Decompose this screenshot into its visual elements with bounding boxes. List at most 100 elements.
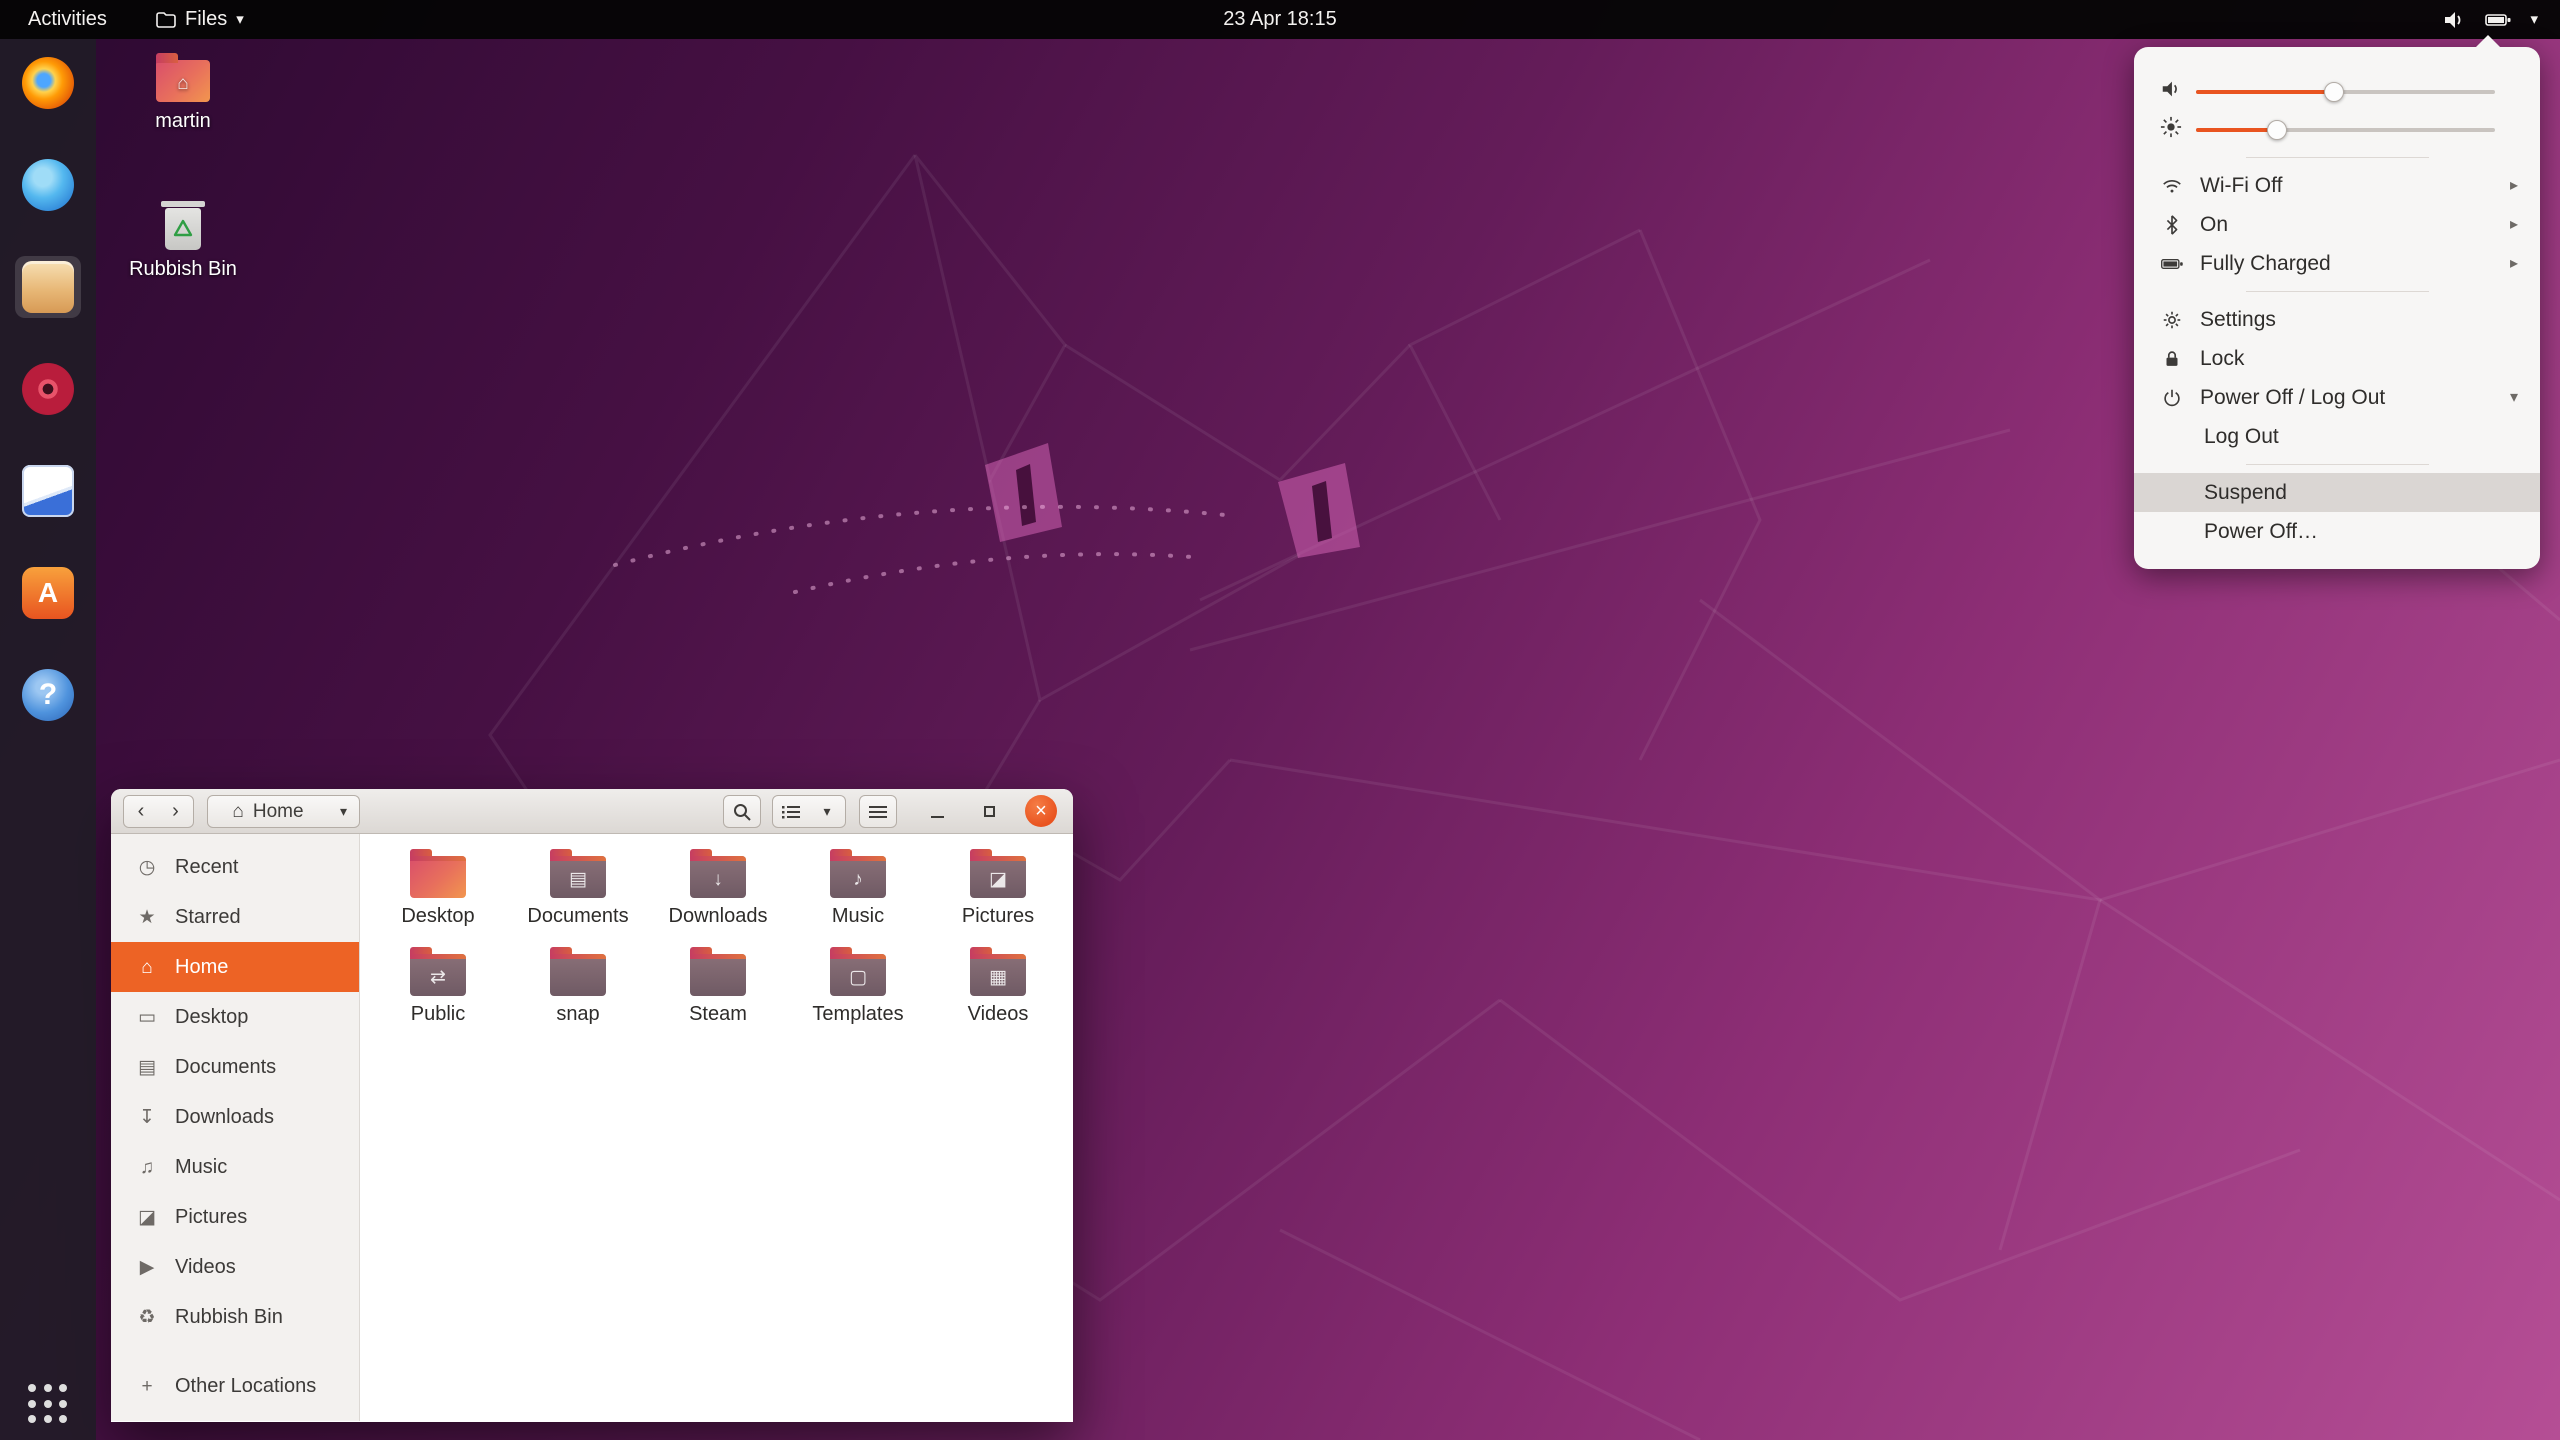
video-icon: ▶ <box>139 1256 155 1278</box>
search-icon <box>734 803 751 821</box>
dock: A ? <box>0 39 96 1440</box>
menu-item-battery[interactable]: Fully Charged ▸ <box>2134 244 2540 283</box>
dock-item-help[interactable]: ? <box>15 664 81 726</box>
chevron-right-icon: ▸ <box>2509 176 2518 194</box>
list-view-button[interactable] <box>772 795 810 828</box>
menu-item-power-off[interactable]: Power Off… <box>2134 512 2540 551</box>
share-emblem-icon: ⇄ <box>430 966 446 988</box>
view-options-dropdown[interactable]: ▾ <box>809 795 846 828</box>
files-content-area[interactable]: Desktop ▤ Documents ↓ Downloads ♪ Music … <box>360 834 1073 1421</box>
desktop-icon-rubbish-bin[interactable]: Rubbish Bin <box>128 198 238 281</box>
folder-icon: ↓ <box>690 849 746 898</box>
sidebar-item-desktop[interactable]: ▭ Desktop <box>111 992 359 1042</box>
sidebar-item-other-locations[interactable]: + Other Locations <box>111 1361 359 1411</box>
menu-item-lock[interactable]: Lock <box>2134 339 2540 378</box>
menu-item-wifi[interactable]: Wi-Fi Off ▸ <box>2134 166 2540 205</box>
maximize-button[interactable] <box>975 797 1003 825</box>
folder-icon: ♪ <box>830 849 886 898</box>
folder-icon <box>550 947 606 996</box>
sidebar-item-home[interactable]: ⌂ Home <box>111 942 359 992</box>
sidebar-item-recent[interactable]: ◷ Recent <box>111 842 359 892</box>
sidebar-item-documents[interactable]: ▤ Documents <box>111 1042 359 1092</box>
desktop-screen: Activities Files ▾ 23 Apr 18:15 ▾ A ? ⌂ … <box>0 0 2560 1440</box>
sidebar-item-downloads[interactable]: ↧ Downloads <box>111 1092 359 1142</box>
firefox-icon <box>22 57 74 109</box>
menu-item-bluetooth[interactable]: On ▸ <box>2134 205 2540 244</box>
folder-icon: ▤ <box>550 849 606 898</box>
clock[interactable]: 23 Apr 18:15 <box>0 8 2560 31</box>
brightness-slider-knob[interactable] <box>2266 120 2287 140</box>
folder-label: Pictures <box>961 905 1035 927</box>
menu-item-settings[interactable]: Settings <box>2134 300 2540 339</box>
dock-item-firefox[interactable] <box>15 52 81 114</box>
gear-icon <box>2160 309 2184 331</box>
menu-item-log-out[interactable]: Log Out <box>2134 417 2540 456</box>
menu-item-suspend[interactable]: Suspend <box>2134 473 2540 512</box>
volume-slider-knob[interactable] <box>2323 82 2344 102</box>
folder-icon: ▦ <box>970 947 1026 996</box>
files-icon <box>22 261 74 313</box>
monitor-icon: ▭ <box>138 1006 156 1028</box>
hamburger-icon <box>869 805 887 818</box>
folder-label: Desktop <box>401 905 475 927</box>
clock-icon: ◷ <box>138 856 156 878</box>
list-view-icon <box>782 805 800 818</box>
folder-music[interactable]: ♪ Music <box>788 848 928 946</box>
sidebar-item-rubbish-bin[interactable]: ♻ Rubbish Bin <box>111 1292 359 1342</box>
system-menu: Wi-Fi Off ▸ On ▸ Fully Charged ▸ Setting… <box>2134 35 2540 569</box>
folder-snap[interactable]: snap <box>508 946 648 1044</box>
folder-videos[interactable]: ▦ Videos <box>928 946 1068 1044</box>
files-app-icon <box>156 11 176 28</box>
volume-slider[interactable] <box>2196 82 2495 102</box>
libreoffice-writer-icon <box>22 465 74 517</box>
brightness-slider[interactable] <box>2196 120 2495 140</box>
rhythmbox-icon <box>22 363 74 415</box>
dock-item-ubuntu-software[interactable]: A <box>15 562 81 624</box>
folder-label: Public <box>410 1003 466 1025</box>
folder-steam[interactable]: Steam <box>648 946 788 1044</box>
back-button[interactable]: ‹ <box>123 795 159 828</box>
folder-label: Steam <box>689 1003 747 1025</box>
forward-button[interactable]: › <box>158 795 194 828</box>
close-button[interactable]: × <box>1025 795 1057 827</box>
folder-icon: ⇄ <box>410 947 466 996</box>
download-emblem-icon: ↓ <box>713 868 723 890</box>
show-applications-button[interactable] <box>28 1384 68 1424</box>
folder-label: Documents <box>527 905 629 927</box>
sidebar-item-starred[interactable]: ★ Starred <box>111 892 359 942</box>
activities-button[interactable]: Activities <box>0 0 135 39</box>
search-button[interactable] <box>723 795 761 828</box>
window-menu-button[interactable] <box>859 795 897 828</box>
location-dropdown-button[interactable]: ▾ <box>328 795 360 828</box>
folder-pictures[interactable]: ◪ Pictures <box>928 848 1068 946</box>
dock-item-rhythmbox[interactable] <box>15 358 81 420</box>
folder-documents[interactable]: ▤ Documents <box>508 848 648 946</box>
system-status-area[interactable]: ▾ <box>2432 0 2548 39</box>
home-icon: ⌂ <box>141 956 153 978</box>
folder-downloads[interactable]: ↓ Downloads <box>648 848 788 946</box>
video-emblem-icon: ▦ <box>989 966 1007 988</box>
chevron-down-icon: ▾ <box>2530 11 2538 28</box>
folder-templates[interactable]: ▢ Templates <box>788 946 928 1044</box>
files-titlebar[interactable]: ‹ › ⌂ Home ▾ ▾ × <box>111 789 1073 834</box>
folder-desktop[interactable]: Desktop <box>368 848 508 946</box>
dock-item-libreoffice-writer[interactable] <box>15 460 81 522</box>
location-label: Home <box>252 800 304 822</box>
sidebar-item-pictures[interactable]: ◪ Pictures <box>111 1192 359 1242</box>
dock-item-thunderbird[interactable] <box>15 154 81 216</box>
app-menu-button[interactable]: Files ▾ <box>146 0 254 39</box>
sidebar-item-music[interactable]: ♫ Music <box>111 1142 359 1192</box>
menu-item-power-off-log-out[interactable]: Power Off / Log Out ▾ <box>2134 378 2540 417</box>
desktop-icon-home[interactable]: ⌂ martin <box>128 52 238 133</box>
folder-icon <box>410 849 466 898</box>
location-button[interactable]: ⌂ Home <box>207 795 329 828</box>
folder-public[interactable]: ⇄ Public <box>368 946 508 1044</box>
picture-emblem-icon: ◪ <box>989 868 1007 890</box>
menu-separator <box>2245 291 2429 292</box>
home-icon: ⌂ <box>232 801 244 822</box>
bluetooth-icon <box>2160 214 2184 236</box>
minimize-button[interactable] <box>923 797 951 825</box>
sidebar-item-videos[interactable]: ▶ Videos <box>111 1242 359 1292</box>
ubuntu-software-icon: A <box>22 567 74 619</box>
dock-item-files[interactable] <box>15 256 81 318</box>
